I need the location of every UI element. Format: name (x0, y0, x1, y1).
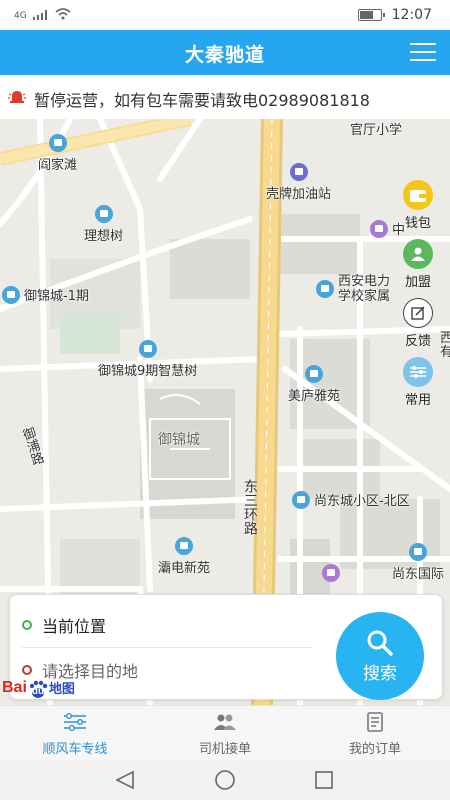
join-tool[interactable]: 加盟 (403, 239, 433, 290)
current-location-label: 当前位置 (42, 617, 107, 636)
clock: 12:07 (391, 7, 432, 23)
poi-label: 有 (440, 345, 450, 360)
poi-shell-gas[interactable]: 壳牌加油站 (266, 163, 331, 202)
poi-label: 灞电新苑 (158, 561, 211, 576)
side-toolbar: 钱包 加盟 反馈 常用 (400, 180, 436, 408)
feedback-tool[interactable]: 反馈 (403, 298, 433, 349)
poi-meiluyayuan[interactable]: 美庐雅苑 (288, 365, 340, 404)
building-icon (175, 537, 193, 555)
poi-label: 理想树 (84, 229, 124, 244)
baidu-logo-map: 地图 (48, 681, 75, 696)
building-icon (48, 134, 67, 152)
building-icon (305, 365, 323, 383)
poi-yanjiatan[interactable]: 阎家滩 (38, 134, 77, 173)
poi-label: 御锦城-1期 (24, 289, 89, 304)
shop-icon (370, 219, 388, 238)
join-icon (403, 239, 433, 269)
feedback-label: 反馈 (404, 334, 431, 349)
poi-label: 尚东国际 (392, 567, 445, 582)
tab-ride-share-label: 顺风车专线 (42, 742, 108, 757)
home-icon[interactable] (215, 770, 235, 790)
poi-edge-you[interactable]: 有 (440, 341, 450, 360)
building-icon (292, 490, 310, 509)
wallet-tool[interactable]: 钱包 (403, 180, 433, 231)
signal-icon (32, 9, 49, 23)
poi-label: 西安电力 (338, 274, 391, 289)
poi-shangdongcheng[interactable]: 尚东城小区-北区 (292, 490, 410, 509)
back-icon[interactable] (115, 770, 134, 790)
origin-dot-icon (22, 620, 32, 630)
poi-label: 学校家属 (338, 289, 391, 304)
poi-yujincheng-9[interactable]: 御锦城9期智慧树 (98, 340, 197, 379)
current-location-row[interactable]: 当前位置 (22, 613, 106, 637)
baidu-logo-du: du (31, 685, 45, 697)
battery-icon (357, 9, 385, 21)
tab-my-orders[interactable]: 我的订单 (300, 712, 450, 757)
join-label: 加盟 (404, 275, 431, 290)
orders-document-icon (367, 712, 383, 732)
poi-label: 阎家滩 (38, 158, 78, 173)
tab-driver-orders[interactable]: 司机接单 (150, 712, 300, 757)
system-nav-bar (0, 760, 450, 800)
drivers-icon (214, 714, 236, 730)
building-icon (316, 280, 334, 298)
poi-xian-power[interactable]: 西安电力 学校家属 (316, 274, 390, 304)
poi-label: 壳牌加油站 (266, 187, 332, 202)
road-label-dongsanhuan: 东三环路 (242, 479, 258, 535)
search-button[interactable]: 搜索 (336, 612, 424, 700)
panel-divider (22, 647, 312, 648)
baidu-map-logo: Bai du 地图 (2, 678, 75, 698)
tab-driver-orders-label: 司机接单 (198, 742, 251, 757)
poi-shangdong-intl[interactable]: 尚东国际 (392, 543, 444, 582)
network-label: 4G (14, 10, 27, 21)
app-title: 大秦驰道 (184, 44, 265, 66)
building-icon (2, 285, 20, 304)
feedback-icon (403, 298, 433, 328)
paw-icon: du (27, 679, 49, 698)
poi-label: 官厅小学 (350, 123, 403, 138)
common-label: 常用 (404, 393, 431, 408)
common-tool[interactable]: 常用 (403, 357, 433, 408)
bell-icon (8, 91, 26, 103)
building-icon (409, 543, 427, 561)
tab-ride-share[interactable]: 顺风车专线 (0, 712, 150, 757)
wallet-label: 钱包 (404, 216, 431, 231)
search-button-label: 搜索 (363, 663, 397, 684)
app-header: 大秦驰道 (0, 30, 450, 75)
notice-bar: 暂停运营，如有包车需要请致电02989081818 (0, 75, 450, 120)
poi-label: 尚东城小区-北区 (314, 494, 410, 509)
building-icon (138, 340, 157, 358)
destination-dot-icon (22, 665, 32, 675)
poi-purple-2[interactable] (322, 564, 340, 582)
gas-station-icon (289, 163, 308, 181)
baidu-logo-bai: Bai (2, 678, 27, 696)
poi-yujincheng[interactable]: 御锦城 (158, 429, 200, 449)
wallet-icon (403, 180, 433, 210)
search-icon (367, 630, 393, 656)
poi-label: 美庐雅苑 (288, 389, 341, 404)
poi-yujincheng-1[interactable]: 御锦城-1期 (2, 285, 89, 304)
status-bar: 4G 12:07 (0, 0, 450, 30)
hamburger-icon[interactable] (410, 43, 436, 63)
route-lines-icon (64, 713, 86, 731)
bottom-tab-bar: 顺风车专线 司机接单 我的订单 (0, 705, 450, 761)
wifi-icon (55, 8, 71, 23)
poi-lixiangshu[interactable]: 理想树 (84, 205, 123, 244)
building-icon (94, 205, 113, 223)
poi-label: 御锦城9期智慧树 (98, 364, 198, 379)
settings-sliders-icon (403, 357, 433, 387)
shop-icon (322, 564, 340, 582)
recents-icon[interactable] (315, 771, 333, 789)
poi-guanting-school[interactable]: 官厅小学 (350, 119, 402, 138)
tab-my-orders-label: 我的订单 (348, 742, 401, 757)
poi-badianxinyuan[interactable]: 灞电新苑 (158, 537, 210, 576)
notice-text: 暂停运营，如有包车需要请致电02989081818 (34, 91, 370, 110)
poi-label: 御锦城 (158, 432, 200, 448)
